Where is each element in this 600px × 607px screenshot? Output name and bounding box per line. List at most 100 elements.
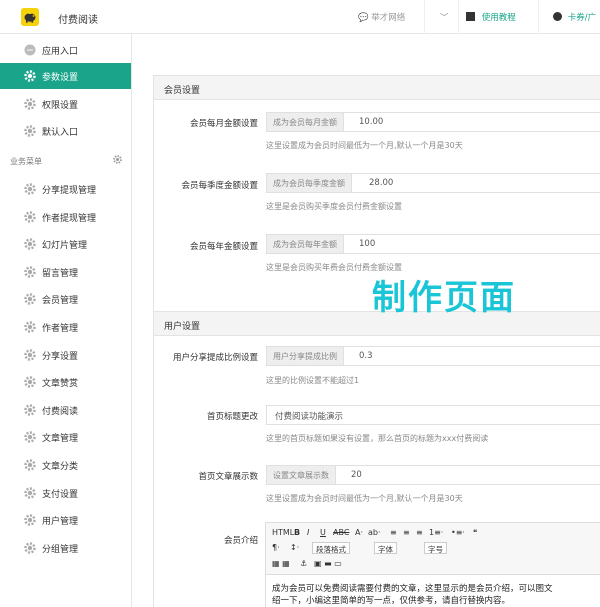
sidebar-item-app-entry[interactable]: 应用入口 — [0, 37, 131, 63]
sidebar-menu-item[interactable]: 作者管理 — [0, 314, 131, 340]
toolbar-button[interactable]: U — [320, 528, 326, 537]
gear-icon — [24, 431, 36, 444]
monthly-fee-input[interactable]: 成为会员每月金额 10.00 — [266, 112, 600, 132]
gear-icon — [24, 183, 36, 195]
sidebar-menu-item[interactable]: 分享提现管理 — [0, 176, 131, 202]
sidebar-menu-item[interactable]: 文章赞赏 — [0, 369, 131, 395]
help-text: 这里的比例设置不能超过1 — [266, 376, 360, 385]
sidebar-menu-item[interactable]: 分享设置 — [0, 342, 131, 368]
input-value: 付费阅读功能演示 — [275, 412, 344, 422]
toolbar-button[interactable]: ≡ — [416, 528, 423, 537]
input-value: 28.00 — [369, 178, 394, 188]
sidebar-menu-item[interactable]: 付费阅读 — [0, 397, 131, 423]
wechat-icon: 💬 — [358, 13, 369, 23]
toolbar-button[interactable]: HTML — [272, 528, 294, 537]
paragraph-format-select[interactable]: 段落格式 — [312, 542, 350, 554]
sidebar-menu-item[interactable]: 幻灯片管理 — [0, 231, 131, 257]
toolbar-button[interactable]: ❝ — [473, 528, 477, 537]
sidebar-menu-item[interactable]: 分组管理 — [0, 535, 131, 561]
coupon-link[interactable]: 卡券/广 — [553, 11, 596, 23]
table-icon[interactable]: ▦ ▦ — [272, 559, 290, 568]
sidebar-section-title: 业务菜单 — [10, 157, 42, 166]
toolbar-button[interactable]: •≡· — [451, 528, 465, 537]
help-text: 这里是会员购买季度会员付费金额设置 — [266, 202, 402, 211]
gear-icon — [24, 321, 36, 333]
help-text: 这里设置成为会员时间最低为一个月,默认一个月是30天 — [266, 141, 463, 150]
sidebar-menu-item[interactable]: 留言管理 — [0, 259, 131, 285]
sidebar-item-default-entry[interactable]: 默认入口 — [0, 118, 131, 144]
chevron-down-icon[interactable]: ﹀ — [440, 11, 449, 23]
toolbar-button[interactable]: 1≡· — [429, 528, 443, 537]
editor-toolbar: HTML B I U ABC A· ab· ≡ ≡ ≡ 1≡· •≡· ❝ 段落格式 字体 字号 ¶· … — [266, 523, 600, 575]
gear-icon — [24, 293, 36, 306]
monthly-fee-label: 会员每月金额设置 — [189, 119, 258, 129]
home-title-input[interactable]: 付费阅读功能演示 — [266, 405, 600, 425]
article-count-input[interactable]: 设置文章展示数 20 — [266, 465, 600, 485]
guide-link[interactable]: 使用教程 — [466, 11, 516, 23]
gear-icon — [24, 376, 36, 388]
input-value: 100 — [359, 239, 376, 249]
network-link[interactable]: 💬 举才网络 — [358, 11, 405, 23]
sidebar-menu-item[interactable]: 文章管理 — [0, 424, 131, 450]
book-icon — [466, 12, 475, 21]
input-addon: 设置文章展示数 — [267, 466, 336, 484]
paragraph-icon[interactable]: ¶· — [272, 543, 280, 552]
sidebar-menu-item[interactable]: 支付设置 — [0, 480, 131, 506]
gear-icon — [24, 348, 36, 361]
gear-icon — [24, 542, 36, 554]
gear-icon — [24, 238, 36, 250]
input-value: 0.3 — [359, 351, 373, 361]
piggy-bank-icon — [24, 13, 36, 23]
toolbar-button[interactable]: ≡ — [390, 528, 397, 537]
toolbar-button[interactable]: ≡ — [403, 528, 410, 537]
toolbar-button[interactable]: ABC — [333, 528, 349, 537]
input-addon: 用户分享提成比例 — [267, 347, 344, 365]
gear-icon — [24, 266, 36, 278]
gear-icon — [24, 514, 36, 526]
compass-icon — [553, 12, 562, 21]
sidebar-item-permissions[interactable]: 权限设置 — [0, 91, 131, 117]
divider — [458, 0, 459, 34]
input-value: 20 — [351, 470, 362, 480]
gear-icon — [24, 98, 36, 110]
gear-icon — [24, 459, 36, 471]
font-family-select[interactable]: 字体 — [374, 542, 397, 554]
gear-icon — [24, 125, 36, 137]
gear-icon — [24, 486, 36, 499]
gear-icon — [24, 210, 36, 223]
input-addon: 成为会员每季度金额 — [267, 174, 352, 192]
toolbar-button[interactable]: B — [294, 528, 300, 537]
editor-line: 成为会员可以免费阅读需要付费的文章，这里显示的是会员介绍，可以图文 — [272, 584, 553, 594]
watermark-text: 制作页面 — [372, 278, 516, 318]
font-size-select[interactable]: 字号 — [424, 542, 447, 554]
sidebar-menu-item[interactable]: 会员管理 — [0, 286, 131, 312]
anchor-icon[interactable]: ⚓ — [300, 559, 307, 568]
gear-icon — [24, 70, 36, 82]
divider — [538, 0, 539, 34]
toolbar-button[interactable]: I — [307, 528, 309, 537]
chat-icon — [24, 44, 36, 56]
sidebar-item-params[interactable]: 参数设置 — [0, 63, 131, 89]
editor-content[interactable]: 成为会员可以免费阅读需要付费的文章，这里显示的是会员介绍，可以图文 绍一下，小编… — [266, 575, 600, 607]
app-title: 付费阅读 — [58, 15, 98, 26]
member-intro-editor[interactable]: HTML B I U ABC A· ab· ≡ ≡ ≡ 1≡· •≡· ❝ 段落格式 字体 字号 ¶· … — [265, 522, 600, 607]
panel-title: 会员设置 — [154, 76, 600, 100]
image-icon[interactable]: ▣ ▬ ▭ — [314, 559, 342, 568]
help-text: 这里设置成为会员时间最低为一个月,默认一个月是30天 — [266, 494, 463, 503]
gear-icon[interactable] — [113, 155, 122, 164]
yearly-fee-input[interactable]: 成为会员每年金额 100 — [266, 234, 600, 254]
sidebar-menu-item[interactable]: 用户管理 — [0, 507, 131, 533]
share-ratio-label: 用户分享提成比例设置 — [172, 353, 258, 363]
home-title-label: 首页标题更改 — [206, 412, 258, 422]
line-height-icon[interactable]: ↕· — [290, 543, 299, 552]
input-addon: 成为会员每月金额 — [267, 113, 344, 131]
sidebar-menu-item[interactable]: 作者提现管理 — [0, 204, 131, 230]
toolbar-button[interactable]: ab· — [368, 528, 381, 537]
quarterly-fee-input[interactable]: 成为会员每季度金额 28.00 — [266, 173, 600, 193]
share-ratio-input[interactable]: 用户分享提成比例 0.3 — [266, 346, 600, 366]
sidebar: 应用入口 参数设置 权限设置 默认入口 业务菜单 分享提现管理 作者提现管理 幻灯片… — [0, 34, 132, 607]
divider — [424, 0, 425, 34]
sidebar-menu-item[interactable]: 文章分类 — [0, 452, 131, 478]
editor-line: 绍一下，小编这里简单的写一点，仅供参考，请自行替换内容。 — [272, 596, 511, 606]
toolbar-button[interactable]: A· — [355, 528, 363, 537]
